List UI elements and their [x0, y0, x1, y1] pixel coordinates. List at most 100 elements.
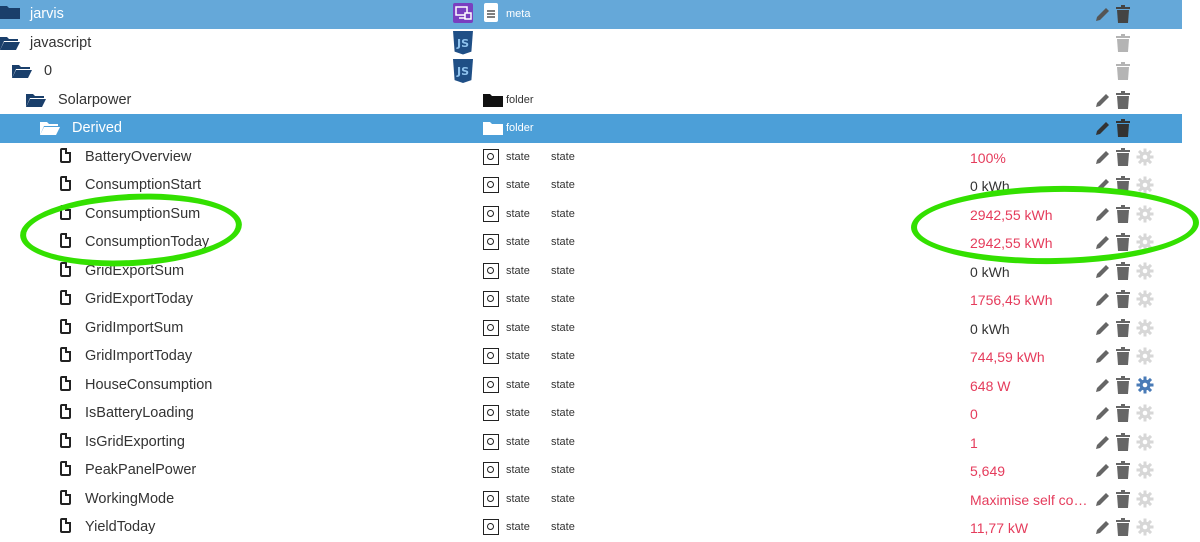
state-row[interactable]: GridImportSum state state 0 kWh — [0, 314, 1182, 343]
delete-icon[interactable] — [1116, 62, 1130, 80]
state-type: state — [506, 350, 530, 362]
delete-icon[interactable] — [1116, 347, 1130, 365]
settings-gear-icon[interactable] — [1136, 518, 1154, 536]
delete-icon[interactable] — [1116, 404, 1130, 422]
state-row[interactable]: HouseConsumption state state 648 W — [0, 371, 1182, 400]
file-icon — [60, 489, 71, 505]
settings-gear-icon[interactable] — [1136, 490, 1154, 508]
state-value[interactable]: 0 kWh — [970, 264, 1094, 280]
edit-icon[interactable] — [1094, 462, 1111, 479]
tree-row-derived[interactable]: Derived folder — [0, 114, 1182, 143]
state-value[interactable]: 5,649 — [970, 463, 1094, 479]
delete-icon[interactable] — [1116, 119, 1130, 137]
delete-icon[interactable] — [1116, 461, 1130, 479]
edit-icon[interactable] — [1094, 320, 1111, 337]
state-row[interactable]: YieldToday state state 11,77 kW — [0, 513, 1182, 542]
state-row[interactable]: IsBatteryLoading state state 0 — [0, 399, 1182, 428]
state-role: state — [551, 236, 575, 248]
delete-icon[interactable] — [1116, 261, 1130, 280]
state-type-icon — [483, 348, 499, 364]
tree-label: 0 — [44, 63, 53, 79]
state-type-icon — [483, 433, 499, 450]
state-row[interactable]: BatteryOverview state state 100% — [0, 143, 1182, 172]
state-type: state — [506, 236, 530, 248]
delete-icon[interactable] — [1116, 290, 1130, 308]
edit-icon[interactable] — [1094, 377, 1111, 394]
delete-icon[interactable] — [1116, 375, 1130, 394]
delete-icon[interactable] — [1116, 318, 1130, 337]
open-folder-icon — [40, 121, 60, 135]
tree-row-solarpower[interactable]: Solarpower folder — [0, 86, 1182, 115]
state-name: IsGridExporting — [85, 433, 185, 450]
javascript-icon: JS — [453, 30, 473, 55]
edit-icon[interactable] — [1094, 519, 1111, 536]
tree-row-javascript[interactable]: javascript JS — [0, 29, 1182, 58]
state-row[interactable]: PeakPanelPower state state 5,649 — [0, 456, 1182, 485]
state-type-icon — [483, 376, 499, 393]
edit-icon[interactable] — [1094, 149, 1111, 166]
state-role: state — [551, 264, 575, 277]
state-name: GridImportToday — [85, 348, 193, 364]
state-type-icon — [483, 519, 499, 535]
state-type-icon — [483, 205, 499, 222]
settings-gear-icon[interactable] — [1136, 290, 1154, 308]
state-value[interactable]: 100% — [970, 150, 1094, 166]
settings-gear-icon[interactable] — [1136, 376, 1154, 394]
state-value[interactable]: Maximise self consumption — [970, 492, 1094, 508]
delete-icon[interactable] — [1116, 33, 1130, 52]
state-type: state — [506, 521, 530, 533]
state-type-icon — [483, 148, 499, 165]
state-name: GridExportToday — [85, 291, 193, 307]
delete-icon[interactable] — [1116, 147, 1130, 166]
state-type: state — [506, 264, 530, 277]
delete-icon[interactable] — [1116, 5, 1130, 23]
edit-icon[interactable] — [1094, 6, 1111, 23]
state-value[interactable]: 0 — [970, 406, 1094, 422]
edit-icon[interactable] — [1094, 92, 1111, 109]
edit-icon[interactable] — [1094, 291, 1111, 308]
state-role: state — [551, 407, 575, 419]
settings-gear-icon[interactable] — [1136, 433, 1154, 451]
edit-icon[interactable] — [1094, 491, 1111, 508]
file-icon — [60, 432, 71, 448]
state-type: state — [506, 321, 530, 334]
state-row[interactable]: IsGridExporting state state 1 — [0, 428, 1182, 457]
state-name: BatteryOverview — [85, 148, 192, 165]
state-value[interactable]: 744,59 kWh — [970, 349, 1094, 365]
edit-icon[interactable] — [1094, 434, 1111, 451]
state-role: state — [551, 207, 575, 220]
state-value[interactable]: 648 W — [970, 378, 1094, 394]
state-type: state — [506, 150, 530, 163]
file-icon — [60, 147, 71, 163]
state-row[interactable]: GridImportToday state state 744,59 kWh — [0, 342, 1182, 371]
tree-label: Solarpower — [58, 91, 132, 108]
delete-icon[interactable] — [1116, 518, 1130, 536]
settings-gear-icon[interactable] — [1136, 319, 1154, 337]
edit-icon[interactable] — [1094, 120, 1111, 137]
settings-gear-icon[interactable] — [1136, 404, 1154, 422]
state-type: state — [506, 293, 530, 305]
edit-icon[interactable] — [1094, 348, 1111, 365]
state-value[interactable]: 1756,45 kWh — [970, 292, 1094, 308]
settings-gear-icon[interactable] — [1136, 148, 1154, 166]
state-value[interactable]: 1 — [970, 435, 1094, 451]
edit-icon[interactable] — [1094, 263, 1111, 280]
state-value[interactable]: 0 kWh — [970, 321, 1094, 337]
delete-icon[interactable] — [1116, 489, 1130, 508]
delete-icon[interactable] — [1116, 90, 1130, 109]
settings-gear-icon[interactable] — [1136, 262, 1154, 280]
state-value[interactable]: 11,77 kW — [970, 520, 1094, 536]
delete-icon[interactable] — [1116, 432, 1130, 451]
settings-gear-icon[interactable] — [1136, 347, 1154, 365]
state-row[interactable]: GridExportToday state state 1756,45 kWh — [0, 285, 1182, 314]
tree-row-0[interactable]: 0 JS — [0, 57, 1182, 86]
state-row[interactable]: WorkingMode state state Maximise self consu… — [0, 485, 1182, 514]
settings-gear-icon[interactable] — [1136, 461, 1154, 479]
state-name: WorkingMode — [85, 490, 175, 507]
object-type: folder — [506, 93, 534, 106]
file-icon — [60, 375, 71, 391]
state-role: state — [551, 350, 575, 362]
edit-icon[interactable] — [1094, 405, 1111, 422]
file-icon — [60, 518, 71, 533]
tree-row-jarvis[interactable]: jarvis meta — [0, 0, 1182, 29]
